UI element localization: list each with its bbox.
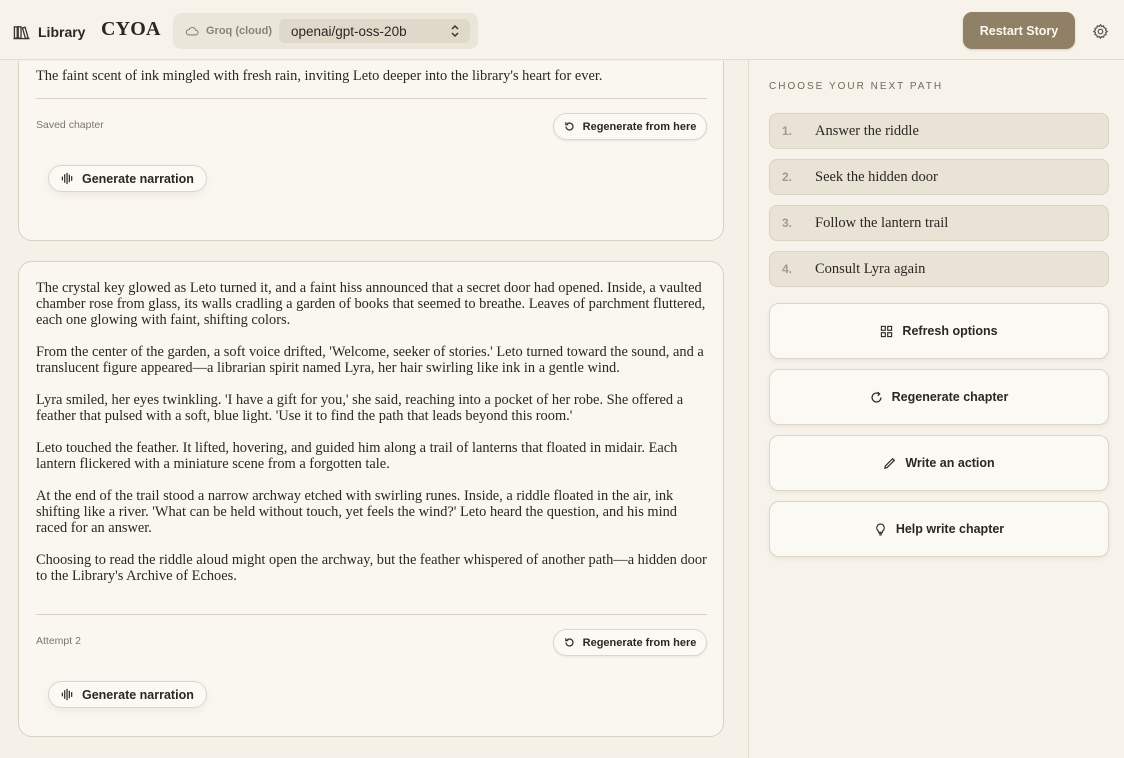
pencil-icon <box>884 457 896 469</box>
model-select[interactable]: openai/gpt-oss-20b <box>279 19 470 43</box>
narration-label: Generate narration <box>82 171 194 186</box>
cloud-icon <box>185 26 199 36</box>
choices-panel: CHOOSE YOUR NEXT PATH 1. Answer the ridd… <box>748 60 1124 758</box>
library-icon <box>13 25 30 39</box>
chapter-paragraph: From the center of the garden, a soft vo… <box>36 344 704 376</box>
provider-label[interactable]: Groq (cloud) <box>185 24 272 38</box>
top-bar: Library CYOA Groq (cloud) openai/gpt-oss… <box>0 0 1124 60</box>
choice-option[interactable]: 2. Seek the hidden door <box>769 159 1109 195</box>
action-label: Refresh options <box>902 324 998 338</box>
panel-heading: CHOOSE YOUR NEXT PATH <box>769 81 944 92</box>
provider-name: Groq (cloud) <box>206 25 272 37</box>
chapter-card: The faint scent of ink mingled with fres… <box>18 61 724 241</box>
story-column[interactable]: The faint scent of ink mingled with fres… <box>0 61 748 758</box>
help-write-chapter-button[interactable]: Help write chapter <box>769 501 1109 557</box>
choice-option[interactable]: 1. Answer the riddle <box>769 113 1109 149</box>
chapter-text: The faint scent of ink mingled with fres… <box>36 68 708 100</box>
refresh-icon <box>871 391 882 403</box>
action-label: Help write chapter <box>895 522 1005 536</box>
rotate-ccw-icon <box>564 122 574 131</box>
library-link[interactable]: Library <box>13 22 85 42</box>
choice-label: Seek the hidden door <box>815 169 938 185</box>
chapter-paragraph: The faint scent of ink mingled with fres… <box>36 68 603 84</box>
regenerate-chapter-button[interactable]: Regenerate chapter <box>769 369 1109 425</box>
regenerate-label: Regenerate from here <box>582 636 697 649</box>
choice-label: Answer the riddle <box>815 123 919 139</box>
chapter-text: The crystal key glowed as Leto turned it… <box>36 280 708 600</box>
chapter-paragraph: At the end of the trail stood a narrow a… <box>36 488 678 536</box>
choice-number: 3. <box>782 216 793 230</box>
action-label: Write an action <box>905 456 995 470</box>
regenerate-from-here-button[interactable]: Regenerate from here <box>553 113 707 140</box>
brand-title: CYOA <box>101 18 161 40</box>
narration-label: Generate narration <box>82 687 194 702</box>
regenerate-from-here-button[interactable]: Regenerate from here <box>553 629 707 656</box>
action-label: Regenerate chapter <box>891 390 1009 404</box>
rotate-ccw-icon <box>564 638 574 647</box>
chevron-updown-icon <box>451 24 459 38</box>
generate-narration-button[interactable]: Generate narration <box>48 681 207 708</box>
chapter-divider <box>36 614 707 615</box>
model-value: openai/gpt-oss-20b <box>291 23 407 39</box>
choice-number: 4. <box>782 262 793 276</box>
write-action-button[interactable]: Write an action <box>769 435 1109 491</box>
choice-number: 1. <box>782 124 793 138</box>
gear-icon[interactable] <box>1092 23 1109 40</box>
chapter-status: Saved chapter <box>36 119 104 131</box>
choice-label: Follow the lantern trail <box>815 215 949 231</box>
chapter-card: The crystal key glowed as Leto turned it… <box>18 261 724 737</box>
chapter-paragraph: Leto touched the feather. It lifted, hov… <box>36 440 678 472</box>
chapter-status: Attempt 2 <box>36 635 81 647</box>
regenerate-label: Regenerate from here <box>582 120 697 133</box>
grid-icon <box>881 325 893 337</box>
chapter-paragraph: Lyra smiled, her eyes twinkling. 'I have… <box>36 392 684 424</box>
lightbulb-icon <box>876 523 885 536</box>
choice-label: Consult Lyra again <box>815 261 926 277</box>
chapter-paragraph: The crystal key glowed as Leto turned it… <box>36 280 706 328</box>
choice-option[interactable]: 3. Follow the lantern trail <box>769 205 1109 241</box>
waveform-icon <box>61 172 73 185</box>
chapter-divider <box>36 98 707 99</box>
choice-number: 2. <box>782 170 793 184</box>
choice-option[interactable]: 4. Consult Lyra again <box>769 251 1109 287</box>
waveform-icon <box>61 688 73 701</box>
restart-story-button[interactable]: Restart Story <box>963 12 1075 49</box>
generate-narration-button[interactable]: Generate narration <box>48 165 207 192</box>
chapter-paragraph: Choosing to read the riddle aloud might … <box>36 552 707 584</box>
model-picker: Groq (cloud) openai/gpt-oss-20b <box>173 13 478 49</box>
refresh-options-button[interactable]: Refresh options <box>769 303 1109 359</box>
library-label: Library <box>38 24 86 40</box>
